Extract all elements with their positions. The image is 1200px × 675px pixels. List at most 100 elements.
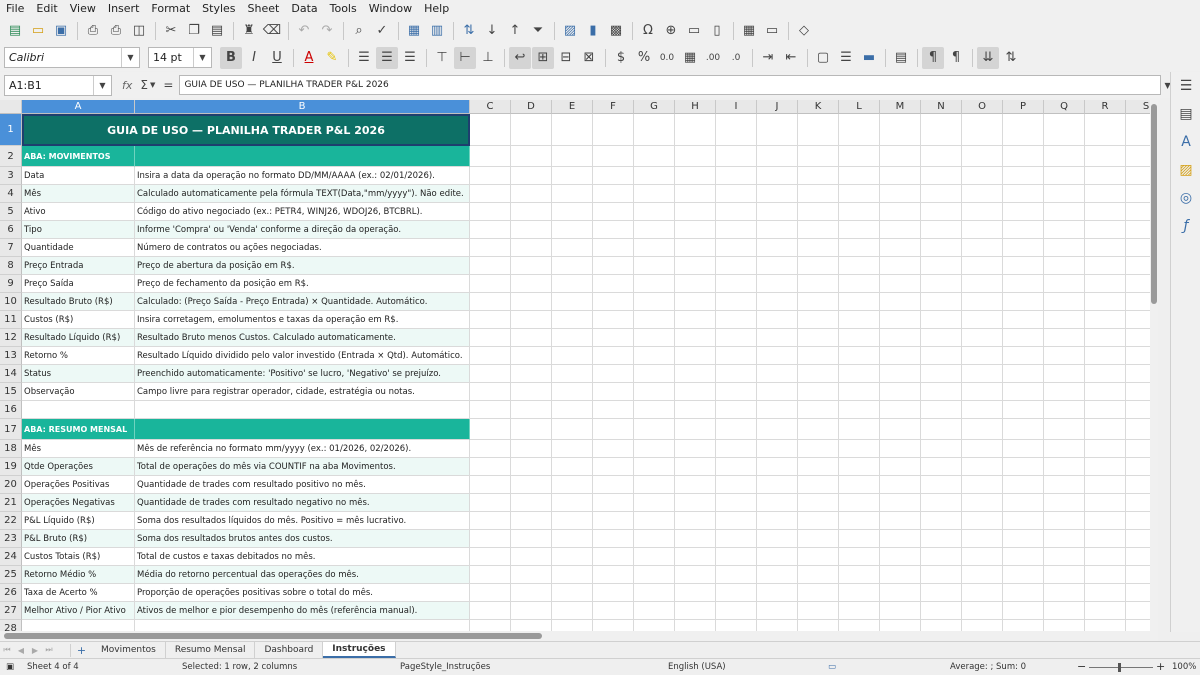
empty-cell[interactable] — [470, 311, 511, 329]
empty-cell[interactable] — [962, 114, 1003, 146]
empty-cell[interactable] — [716, 458, 757, 476]
field-name-cell[interactable]: Custos (R$) — [22, 311, 135, 329]
hyperlink-icon[interactable]: ⊕ — [660, 20, 682, 42]
description-cell[interactable]: Calculado automaticamente pela fórmula T… — [135, 185, 470, 203]
borders-icon[interactable]: ▢ — [812, 47, 834, 69]
section-header-cell[interactable]: ABA: MOVIMENTOS — [22, 146, 135, 167]
empty-cell[interactable] — [921, 365, 962, 383]
empty-cell[interactable] — [757, 221, 798, 239]
empty-cell[interactable] — [839, 401, 880, 419]
empty-cell[interactable] — [1085, 329, 1126, 347]
empty-cell[interactable] — [962, 329, 1003, 347]
empty-cell[interactable] — [1085, 293, 1126, 311]
empty-cell[interactable] — [470, 548, 511, 566]
empty-cell[interactable] — [593, 114, 634, 146]
empty-cell[interactable] — [675, 221, 716, 239]
empty-cell[interactable] — [1044, 548, 1085, 566]
empty-cell[interactable] — [634, 476, 675, 494]
empty-cell[interactable] — [757, 383, 798, 401]
empty-cell[interactable] — [511, 221, 552, 239]
empty-cell[interactable] — [593, 458, 634, 476]
empty-cell[interactable] — [552, 383, 593, 401]
empty-cell[interactable] — [839, 458, 880, 476]
field-name-cell[interactable]: Mês — [22, 440, 135, 458]
row-header[interactable]: 27 — [0, 602, 22, 620]
empty-cell[interactable] — [880, 221, 921, 239]
empty-cell[interactable] — [716, 203, 757, 221]
empty-cell[interactable] — [716, 584, 757, 602]
empty-cell[interactable] — [921, 548, 962, 566]
empty-cell[interactable] — [962, 548, 1003, 566]
empty-cell[interactable] — [921, 383, 962, 401]
empty-cell[interactable] — [962, 620, 1003, 631]
empty-cell[interactable] — [880, 167, 921, 185]
merge-center-icon[interactable]: ⊞ — [532, 46, 554, 69]
field-name-cell[interactable]: Mês — [22, 185, 135, 203]
undo-icon[interactable]: ↶ — [293, 20, 315, 42]
empty-cell[interactable] — [675, 512, 716, 530]
empty-cell[interactable] — [1003, 329, 1044, 347]
align-middle-icon[interactable]: ⊢ — [454, 46, 476, 69]
empty-cell[interactable] — [675, 548, 716, 566]
row-header[interactable]: 26 — [0, 584, 22, 602]
empty-cell[interactable] — [798, 293, 839, 311]
empty-cell[interactable] — [962, 401, 1003, 419]
empty-cell[interactable] — [962, 146, 1003, 167]
empty-cell[interactable] — [716, 347, 757, 365]
empty-cell[interactable] — [1003, 293, 1044, 311]
empty-cell[interactable] — [675, 146, 716, 167]
empty-cell[interactable] — [1085, 620, 1126, 631]
row-header[interactable]: 25 — [0, 566, 22, 584]
empty-cell[interactable] — [634, 530, 675, 548]
empty-cell[interactable] — [593, 476, 634, 494]
empty-cell[interactable] — [839, 476, 880, 494]
empty-cell[interactable] — [921, 476, 962, 494]
empty-cell[interactable] — [511, 584, 552, 602]
empty-cell[interactable] — [1003, 167, 1044, 185]
zoom-slider-handle[interactable] — [1118, 663, 1121, 672]
empty-cell[interactable] — [839, 293, 880, 311]
empty-cell[interactable] — [552, 365, 593, 383]
empty-cell[interactable] — [1044, 584, 1085, 602]
empty-cell[interactable] — [880, 458, 921, 476]
empty-cell[interactable] — [511, 329, 552, 347]
decrease-indent-icon[interactable]: ⇤ — [780, 47, 802, 69]
empty-cell[interactable] — [593, 257, 634, 275]
empty-cell[interactable] — [470, 257, 511, 275]
empty-cell[interactable] — [839, 494, 880, 512]
empty-cell[interactable] — [798, 383, 839, 401]
empty-cell[interactable] — [921, 401, 962, 419]
row-header[interactable]: 7 — [0, 239, 22, 257]
empty-cell[interactable] — [552, 275, 593, 293]
empty-cell[interactable] — [552, 311, 593, 329]
description-cell[interactable]: Soma dos resultados líquidos do mês. Pos… — [135, 512, 470, 530]
empty-cell[interactable] — [716, 311, 757, 329]
empty-cell[interactable] — [798, 167, 839, 185]
description-cell[interactable]: Resultado Bruto menos Custos. Calculado … — [135, 329, 470, 347]
new-document-icon[interactable]: ▤ — [4, 20, 26, 42]
empty-cell[interactable] — [716, 440, 757, 458]
empty-cell[interactable] — [798, 203, 839, 221]
empty-cell[interactable] — [470, 476, 511, 494]
row-header[interactable]: 16 — [0, 401, 22, 419]
empty-cell[interactable] — [1044, 221, 1085, 239]
empty-cell[interactable] — [1003, 185, 1044, 203]
selection-mode-icon[interactable]: ▭ — [828, 662, 836, 672]
empty-cell[interactable] — [675, 476, 716, 494]
empty-cell[interactable] — [1085, 566, 1126, 584]
empty-cell[interactable] — [1003, 383, 1044, 401]
empty-cell[interactable] — [675, 239, 716, 257]
empty-cell[interactable] — [1044, 602, 1085, 620]
empty-cell[interactable] — [552, 146, 593, 167]
empty-cell[interactable] — [798, 365, 839, 383]
empty-cell[interactable] — [1044, 476, 1085, 494]
description-cell[interactable]: Preço de abertura da posição em R$. — [135, 257, 470, 275]
empty-cell[interactable] — [511, 566, 552, 584]
empty-cell[interactable] — [880, 239, 921, 257]
column-header-n[interactable]: N — [921, 100, 962, 114]
empty-cell[interactable] — [511, 203, 552, 221]
empty-cell[interactable] — [839, 257, 880, 275]
row-header[interactable]: 22 — [0, 512, 22, 530]
empty-cell[interactable] — [839, 114, 880, 146]
empty-cell[interactable] — [716, 512, 757, 530]
